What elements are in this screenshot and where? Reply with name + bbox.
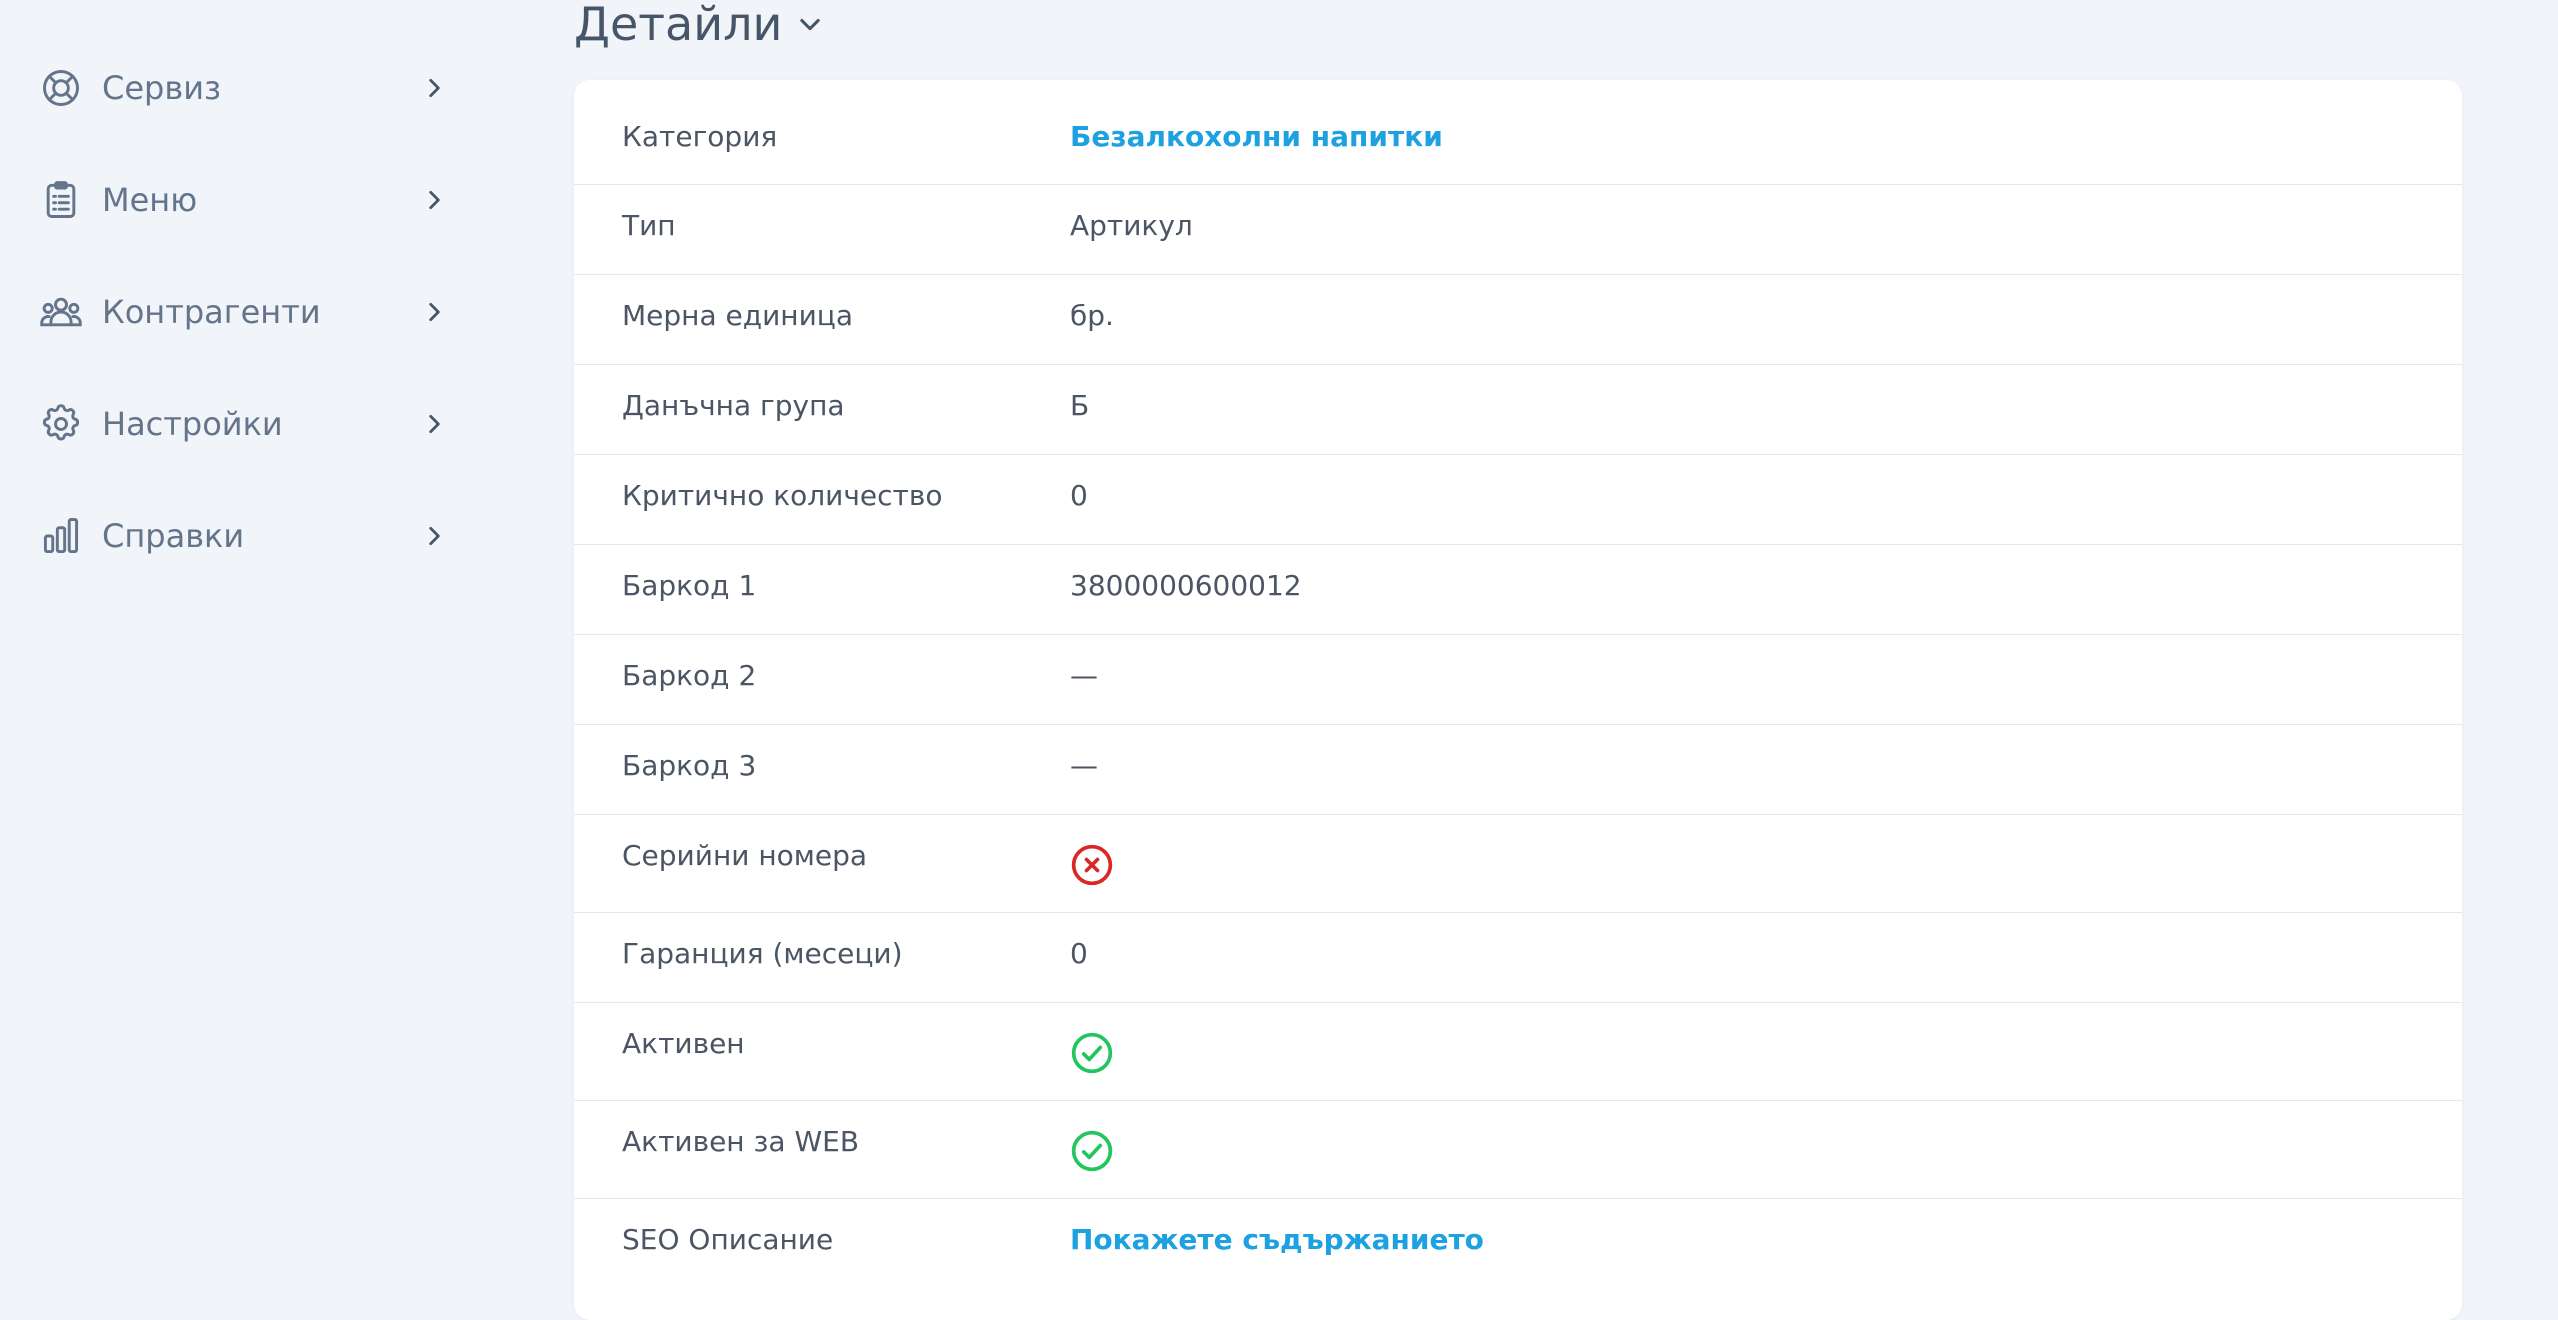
detail-row-category: Категория Безалкохолни напитки bbox=[574, 80, 2462, 185]
row-label: Данъчна група bbox=[622, 389, 845, 422]
row-label: Категория bbox=[622, 120, 778, 153]
bar-chart-icon bbox=[36, 511, 86, 561]
row-label: Активен bbox=[622, 1027, 745, 1060]
row-value: бр. bbox=[1070, 299, 1114, 332]
row-label: Серийни номера bbox=[622, 839, 868, 872]
row-label: SEO Описание bbox=[622, 1223, 834, 1256]
show-content-link[interactable]: Покажете съдържанието bbox=[1070, 1223, 1484, 1256]
detail-row-barcode-2: Баркод 2 — bbox=[574, 635, 2462, 725]
row-value: Б bbox=[1070, 389, 1090, 422]
row-value: 0 bbox=[1070, 479, 1088, 512]
category-link[interactable]: Безалкохолни напитки bbox=[1070, 120, 1443, 153]
chevron-right-icon bbox=[420, 186, 448, 214]
details-card: Категория Безалкохолни напитки Тип Артик… bbox=[574, 80, 2462, 1320]
chevron-right-icon bbox=[420, 522, 448, 550]
sidebar-item-label: Настройки bbox=[102, 405, 283, 443]
sidebar-item-menu[interactable]: Меню bbox=[36, 160, 448, 240]
row-value: — bbox=[1070, 659, 1098, 692]
check-circle-icon bbox=[1070, 1129, 1114, 1173]
row-value: — bbox=[1070, 749, 1098, 782]
chevron-right-icon bbox=[420, 410, 448, 438]
sidebar-item-label: Меню bbox=[102, 181, 198, 219]
row-label: Мерна единица bbox=[622, 299, 854, 332]
sidebar-item-label: Контрагенти bbox=[102, 293, 321, 331]
detail-row-type: Тип Артикул bbox=[574, 185, 2462, 275]
chevron-right-icon bbox=[420, 74, 448, 102]
row-label: Гаранция (месеци) bbox=[622, 937, 903, 970]
detail-row-barcode-3: Баркод 3 — bbox=[574, 725, 2462, 815]
row-value: 0 bbox=[1070, 937, 1088, 970]
row-value: 3800000600012 bbox=[1070, 569, 1302, 602]
row-label: Баркод 1 bbox=[622, 569, 757, 602]
detail-row-warranty: Гаранция (месеци) 0 bbox=[574, 913, 2462, 1003]
row-label: Критично количество bbox=[622, 479, 943, 512]
lifebuoy-icon bbox=[36, 63, 86, 113]
sidebar: Сервиз Меню Контрагенти Настройки Справк… bbox=[0, 0, 480, 1290]
detail-row-active: Активен bbox=[574, 1003, 2462, 1101]
check-circle-icon bbox=[1070, 1031, 1114, 1075]
detail-row-active-web: Активен за WEB bbox=[574, 1101, 2462, 1199]
row-value: Артикул bbox=[1070, 209, 1193, 242]
detail-row-seo: SEO Описание Покажете съдържанието bbox=[574, 1199, 2462, 1320]
detail-row-serials: Серийни номера bbox=[574, 815, 2462, 913]
sidebar-item-contractors[interactable]: Контрагенти bbox=[36, 272, 448, 352]
chevron-down-icon bbox=[796, 9, 826, 39]
chevron-right-icon bbox=[420, 298, 448, 326]
users-icon bbox=[36, 287, 86, 337]
detail-row-tax-group: Данъчна група Б bbox=[574, 365, 2462, 455]
row-label: Баркод 3 bbox=[622, 749, 757, 782]
sidebar-item-settings[interactable]: Настройки bbox=[36, 384, 448, 464]
sidebar-item-label: Справки bbox=[102, 517, 245, 555]
sidebar-item-service[interactable]: Сервиз bbox=[36, 48, 448, 128]
details-section-toggle[interactable]: Детайли bbox=[574, 0, 826, 56]
detail-row-critical-qty: Критично количество 0 bbox=[574, 455, 2462, 545]
detail-row-barcode-1: Баркод 1 3800000600012 bbox=[574, 545, 2462, 635]
row-label: Баркод 2 bbox=[622, 659, 757, 692]
row-label: Тип bbox=[622, 209, 676, 242]
section-title: Детайли bbox=[574, 0, 783, 51]
detail-row-unit: Мерна единица бр. bbox=[574, 275, 2462, 365]
sidebar-item-reports[interactable]: Справки bbox=[36, 496, 448, 576]
gear-icon bbox=[36, 399, 86, 449]
row-label: Активен за WEB bbox=[622, 1125, 860, 1158]
x-circle-icon bbox=[1070, 843, 1114, 887]
sidebar-item-label: Сервиз bbox=[102, 69, 222, 107]
clipboard-list-icon bbox=[36, 175, 86, 225]
